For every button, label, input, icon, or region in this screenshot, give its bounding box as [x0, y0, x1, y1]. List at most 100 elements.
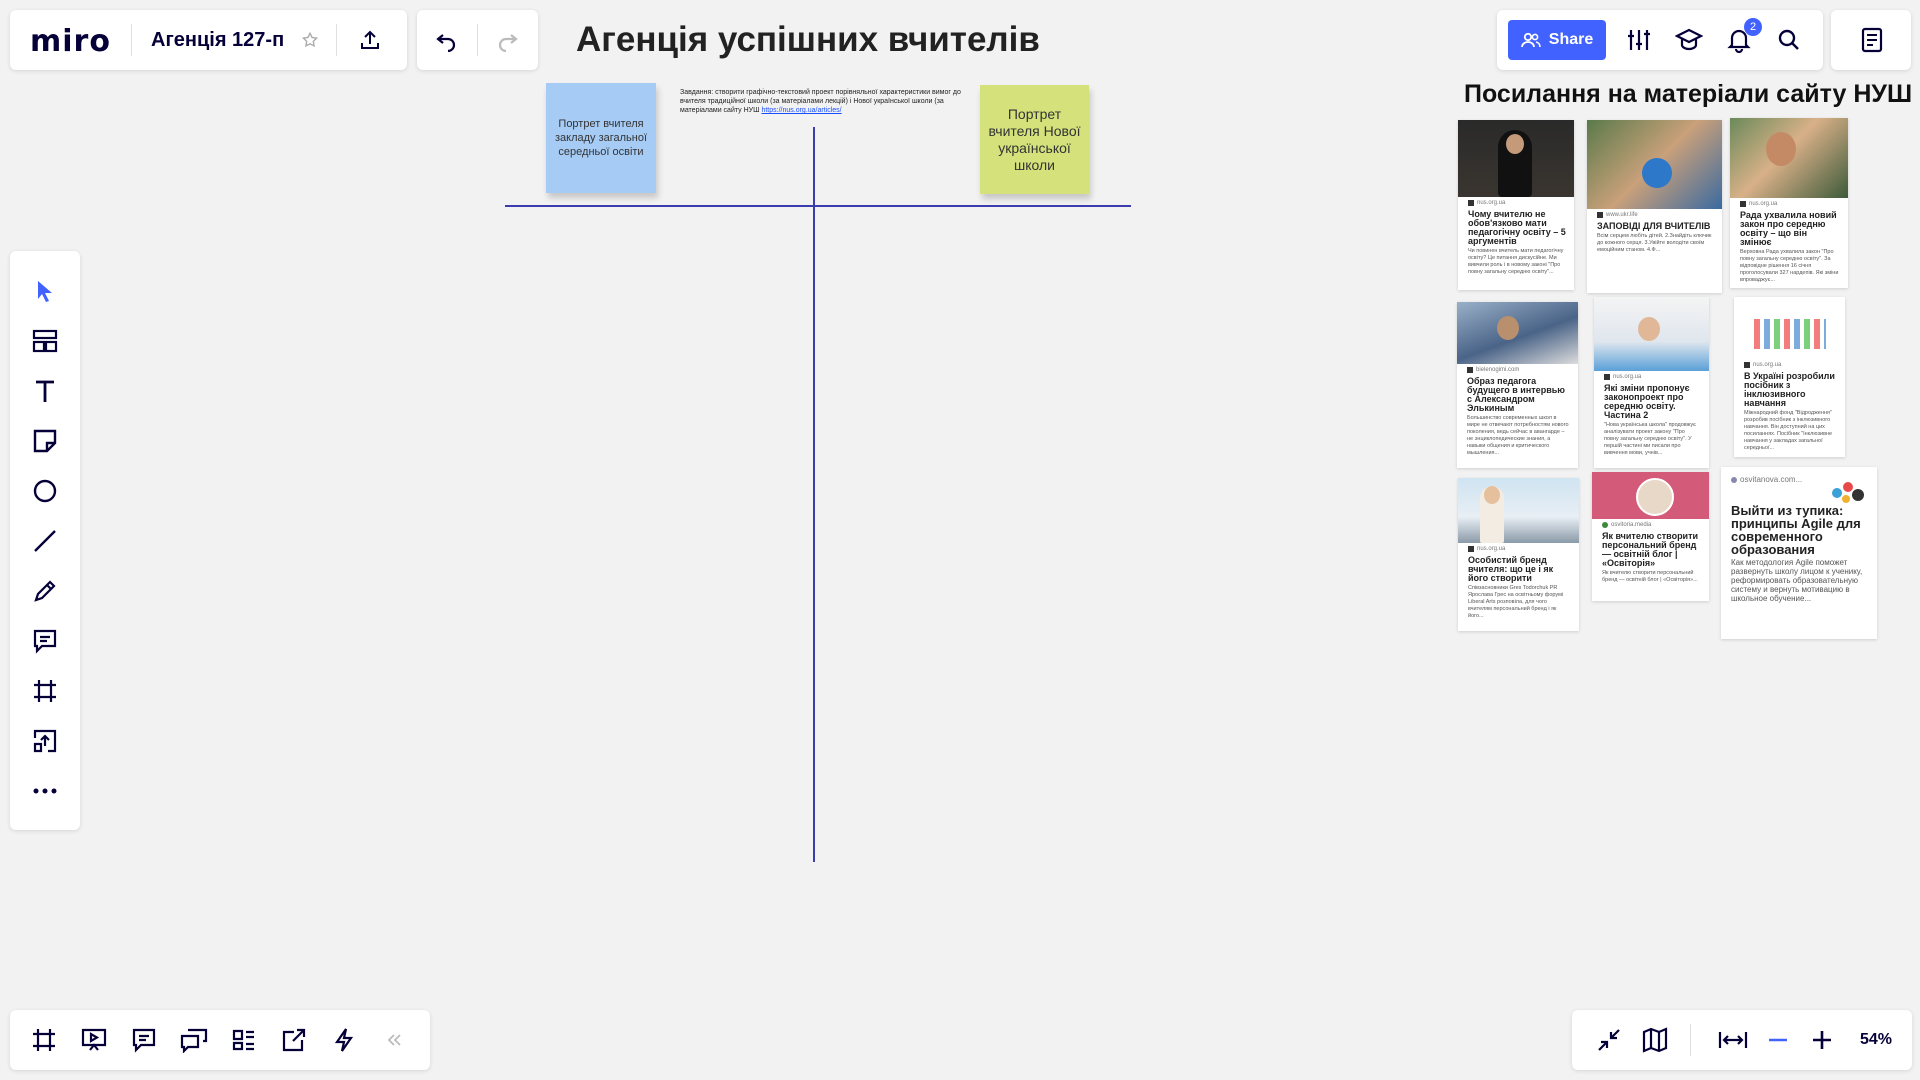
card-description: "Нова українська школа" продовжує аналіз…	[1604, 422, 1696, 456]
text-tool-icon[interactable]	[25, 371, 65, 411]
link-card[interactable]: osvitoria.media Як вчителю створити перс…	[1592, 472, 1709, 601]
pen-icon[interactable]	[25, 571, 65, 611]
task-link[interactable]: https://nus.org.ua/articles/	[761, 107, 841, 114]
card-description: Співзасновники Gres Todorchuk PR Ярослав…	[1468, 585, 1564, 619]
link-card[interactable]: nus.org.ua Рада ухвалила новий закон про…	[1730, 118, 1848, 288]
card-title: В Україні розробили посібник з інклюзивн…	[1744, 371, 1835, 408]
card-description: Большинство современных школ в мире не о…	[1467, 415, 1569, 456]
shape-circle-icon[interactable]	[25, 471, 65, 511]
card-source: nus.org.ua	[1458, 197, 1574, 206]
face	[1506, 134, 1524, 154]
card-title: Образ педагога будущего в интервью с Але…	[1467, 376, 1565, 413]
card-image	[1458, 478, 1579, 543]
card-description: Міжнародний фонд "Відродження" розробив …	[1744, 410, 1833, 451]
link-card[interactable]: osvitanova.com... Выйти из тупика: принц…	[1721, 467, 1877, 639]
zoom-level[interactable]: 54%	[1860, 1031, 1892, 1049]
fit-collapse-icon[interactable]	[1589, 1020, 1629, 1060]
frames-icon[interactable]	[24, 1020, 64, 1060]
zoom-out-icon[interactable]	[1758, 1020, 1798, 1060]
link-card[interactable]: nus.org.ua Особистий бренд вчителя: що ц…	[1458, 478, 1579, 631]
select-tool-cursor-icon[interactable]	[25, 271, 65, 311]
link-card[interactable]: bielenogimi.com Образ педагога будущего …	[1457, 302, 1578, 468]
bottom-left-toolbar	[10, 1010, 430, 1070]
card-title: ЗАПОВІДІ ДЛЯ ВЧИТЕЛІВ	[1597, 221, 1711, 231]
sticky-note-nus-teacher[interactable]: Портрет вчителя Нової української школи	[980, 85, 1089, 194]
cards-list-icon[interactable]	[224, 1020, 264, 1060]
card-title: Які зміни пропонує законопроект про сере…	[1604, 383, 1690, 420]
share-screen-icon[interactable]	[274, 1020, 314, 1060]
board-name[interactable]: Агенція 127-п	[151, 29, 284, 52]
face	[1497, 316, 1519, 340]
frame-icon[interactable]	[25, 671, 65, 711]
task-text[interactable]: Завдання: створити графічно-текстовий пр…	[680, 88, 970, 115]
upload-icon[interactable]	[25, 721, 65, 761]
fit-width-icon[interactable]	[1713, 1020, 1753, 1060]
card-source: nus.org.ua	[1730, 198, 1848, 207]
share-label: Share	[1548, 31, 1594, 48]
card-description: Як вчителю створити персональний бренд —…	[1602, 570, 1698, 583]
card-image	[1594, 297, 1709, 371]
miro-logo[interactable]: miro	[30, 24, 111, 59]
divider	[477, 24, 478, 56]
presentation-icon[interactable]	[74, 1020, 114, 1060]
card-image	[1734, 297, 1845, 359]
card-title: Выйти из тупика: принципы Agile для совр…	[1731, 503, 1861, 557]
comment-icon[interactable]	[25, 621, 65, 661]
lightning-icon[interactable]	[324, 1020, 364, 1060]
drawing-figures	[1754, 319, 1826, 349]
card-image	[1458, 120, 1574, 197]
star-icon[interactable]	[292, 22, 328, 58]
more-tools-icon[interactable]	[25, 771, 65, 811]
search-icon[interactable]	[1771, 22, 1807, 58]
face	[1484, 486, 1500, 504]
chat-icon[interactable]	[174, 1020, 214, 1060]
links-section-title[interactable]: Посилання на матеріали сайту НУШ	[1464, 80, 1912, 109]
card-source: osvitoria.media	[1592, 519, 1709, 528]
people-icon	[1520, 32, 1541, 48]
card-image	[1457, 302, 1578, 364]
card-image	[1730, 118, 1848, 198]
face	[1638, 317, 1660, 341]
notes-icon[interactable]	[1854, 22, 1890, 58]
link-card[interactable]: nus.org.ua Чому вчителю не обов'язково м…	[1458, 120, 1574, 290]
templates-icon[interactable]	[25, 321, 65, 361]
comments-icon[interactable]	[124, 1020, 164, 1060]
redo-icon[interactable]	[490, 22, 526, 58]
link-card[interactable]: nus.org.ua В Україні розробили посібник …	[1734, 297, 1845, 457]
card-source: nus.org.ua	[1458, 543, 1579, 552]
card-title: Чому вчителю не обов'язково мати педагог…	[1468, 209, 1566, 246]
collapse-chevrons-icon[interactable]	[374, 1020, 414, 1060]
horizontal-divider-line[interactable]	[505, 205, 1131, 207]
card-image	[1587, 120, 1722, 209]
sticky-note-traditional-teacher[interactable]: Портрет вчителя закладу загальної середн…	[546, 83, 656, 193]
map-icon[interactable]	[1635, 1020, 1675, 1060]
card-source: www.ukr.life	[1587, 209, 1722, 218]
undo-icon[interactable]	[428, 22, 464, 58]
board-canvas-title[interactable]: Агенція успішних вчителів	[576, 20, 1040, 60]
learning-cap-icon[interactable]	[1671, 22, 1707, 58]
sticky-note-icon[interactable]	[25, 421, 65, 461]
export-icon[interactable]	[352, 22, 388, 58]
card-description: Как методология Agile поможет развернуть…	[1731, 558, 1863, 603]
settings-sliders-icon[interactable]	[1621, 22, 1657, 58]
card-description: Чи повинен вчитель мати педагогічну осві…	[1468, 248, 1564, 275]
globe	[1642, 158, 1672, 188]
divider	[131, 24, 132, 56]
left-toolbar	[10, 251, 80, 830]
card-title: Як вчителю створити персональний бренд —…	[1602, 531, 1699, 568]
card-description: Верховна Рада ухвалила закон "Про повну …	[1740, 249, 1839, 283]
line-tool-icon[interactable]	[25, 521, 65, 561]
zoom-in-icon[interactable]	[1802, 1020, 1842, 1060]
link-card[interactable]: www.ukr.life ЗАПОВІДІ ДЛЯ ВЧИТЕЛІВ Всім …	[1587, 120, 1722, 293]
divider	[336, 24, 337, 56]
card-title: Особистий бренд вчителя: що це і як його…	[1468, 555, 1554, 583]
divider	[1690, 1024, 1691, 1056]
link-card[interactable]: nus.org.ua Які зміни пропонує законопрое…	[1594, 297, 1709, 468]
vertical-divider-line[interactable]	[813, 127, 815, 862]
card-image	[1592, 472, 1709, 519]
card-source: nus.org.ua	[1594, 371, 1709, 380]
card-source: bielenogimi.com	[1457, 364, 1578, 373]
share-button[interactable]: Share	[1508, 20, 1606, 60]
card-thumbnail-graphic	[1829, 479, 1867, 507]
notifications-badge: 2	[1744, 18, 1762, 36]
